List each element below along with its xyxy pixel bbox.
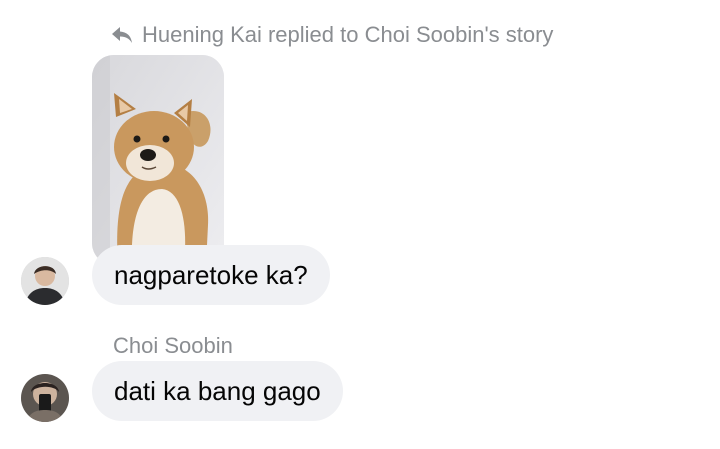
message-bubble[interactable]: nagparetoke ka? (92, 245, 330, 305)
reply-header-text: Huening Kai replied to Choi Soobin's sto… (142, 22, 554, 47)
reply-icon (110, 25, 134, 45)
story-reply-header: Huening Kai replied to Choi Soobin's sto… (110, 22, 553, 48)
message-text: nagparetoke ka? (114, 260, 308, 290)
story-thumbnail[interactable] (92, 55, 224, 265)
message-bubble[interactable]: dati ka bang gago (92, 361, 343, 421)
huening-kai-avatar[interactable] (21, 257, 69, 305)
sender-name: Choi Soobin (113, 333, 233, 358)
message-text: dati ka bang gago (114, 376, 321, 406)
choi-soobin-avatar[interactable] (21, 374, 69, 422)
